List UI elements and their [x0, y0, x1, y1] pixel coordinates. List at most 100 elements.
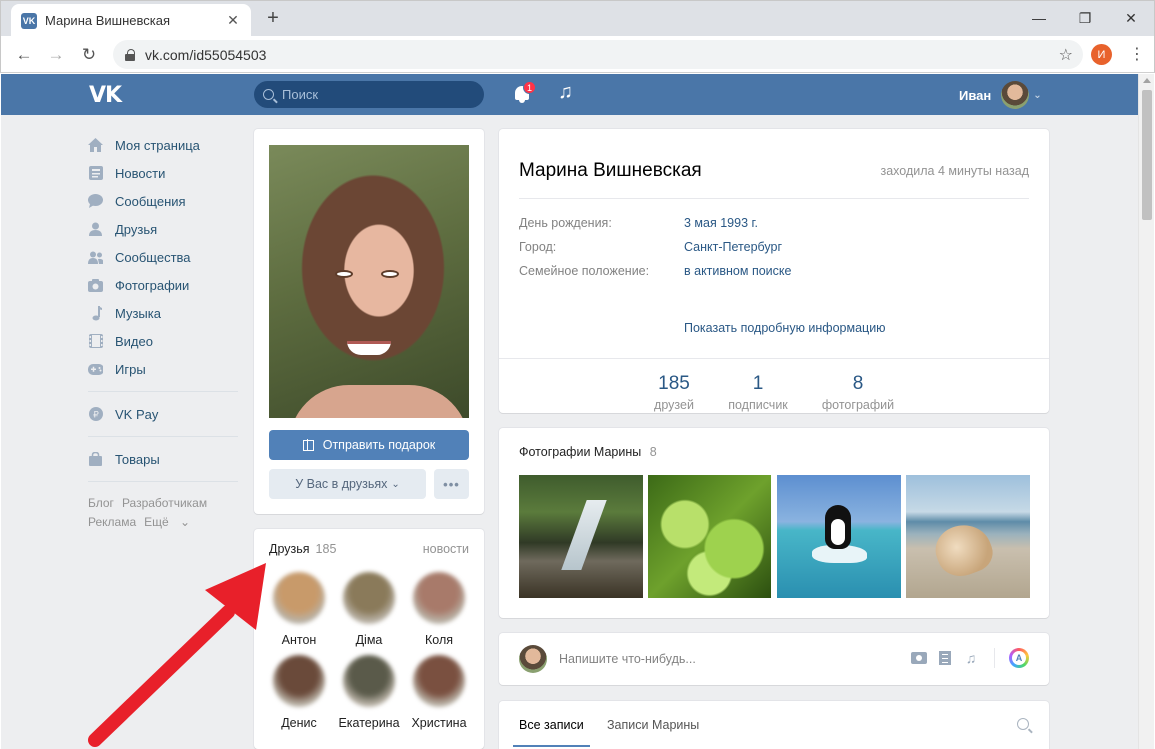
footer-link-ads[interactable]: Реклама	[88, 515, 136, 529]
sidebar-item-groups[interactable]: Сообщества	[88, 243, 238, 271]
bookmark-star-icon[interactable]: ☆	[1059, 45, 1073, 65]
friend-name: Екатерина	[338, 716, 400, 730]
search-icon[interactable]	[1017, 718, 1029, 730]
sidebar-item-games[interactable]: Игры	[88, 355, 238, 383]
send-gift-button[interactable]: Отправить подарок	[269, 430, 469, 460]
sidebar-item-messages[interactable]: Сообщения	[88, 187, 238, 215]
new-tab-button[interactable]: +	[263, 8, 283, 28]
sidebar-item-photos[interactable]: Фотографии	[88, 271, 238, 299]
friends-news-link[interactable]: новости	[423, 542, 469, 556]
friend-avatar	[273, 572, 325, 624]
counter-followers[interactable]: 1 подписчик	[708, 373, 808, 412]
post-input[interactable]: Напишите что-нибудь...	[559, 652, 696, 666]
friend-name: Денис	[281, 716, 317, 730]
friend-icon	[88, 222, 103, 237]
page-body: Моя страница Новости Сообщения Друзья Со…	[1, 115, 1138, 749]
forward-icon[interactable]: →	[45, 44, 67, 66]
friends-block: Друзья 185 новости Антон Діма Коля Денис Ека…	[254, 529, 484, 749]
sidebar-item-music[interactable]: Музыка	[88, 299, 238, 327]
notification-badge: 1	[523, 81, 536, 94]
friend-avatar	[273, 655, 325, 707]
photo-thumbnail-penguin[interactable]	[777, 475, 901, 598]
scroll-up-icon[interactable]	[1143, 78, 1151, 83]
friend-item[interactable]: Коля	[404, 572, 474, 647]
friend-name: Христина	[411, 716, 467, 730]
sidebar-item-friends[interactable]: Друзья	[88, 215, 238, 243]
photos-block: Фотографии Марины 8	[499, 428, 1049, 618]
back-icon[interactable]: ←	[13, 44, 35, 66]
close-window-icon[interactable]: ✕	[1108, 1, 1154, 35]
left-sidebar: Моя страница Новости Сообщения Друзья Со…	[88, 131, 238, 532]
browser-tab[interactable]: VK Марина Вишневская ✕	[11, 4, 251, 37]
profile-info-card: Марина Вишневская заходила 4 минуты наза…	[499, 129, 1049, 413]
sidebar-divider	[88, 391, 238, 392]
chevron-down-icon: ⌄	[391, 478, 400, 490]
reload-icon[interactable]: ↻	[78, 44, 100, 66]
photo-thumbnail-waterfall[interactable]	[519, 475, 643, 598]
messages-icon	[88, 194, 103, 209]
friend-item[interactable]: Христина	[404, 655, 474, 730]
home-icon	[88, 138, 103, 153]
friend-item[interactable]: Діма	[334, 572, 404, 647]
info-divider	[519, 198, 1029, 199]
show-details-link[interactable]: Показать подробную информацию	[684, 321, 886, 335]
info-row-city: Город: Санкт-Петербург	[519, 240, 783, 254]
search-icon	[263, 89, 274, 100]
footer-link-developers[interactable]: Разработчикам	[122, 496, 207, 510]
post-attach-icons: ♫ A	[902, 648, 1029, 668]
gamepad-icon	[88, 362, 103, 377]
friend-name: Діма	[355, 633, 383, 647]
counter-photos[interactable]: 8 фотографий	[808, 373, 908, 412]
info-row-birthday: День рождения: 3 мая 1993 г.	[519, 216, 758, 230]
camera-icon[interactable]	[910, 649, 928, 667]
friend-name: Антон	[281, 633, 317, 647]
window-controls: — ❐ ✕	[1016, 1, 1154, 35]
photo-thumbnail-shell[interactable]	[906, 475, 1030, 598]
friend-item[interactable]: Денис	[264, 655, 334, 730]
scrollbar-thumb[interactable]	[1142, 90, 1152, 220]
page-scrollbar[interactable]	[1138, 74, 1154, 749]
photos-header[interactable]: Фотографии Марины 8	[519, 445, 657, 459]
music-icon[interactable]: ♫	[962, 649, 980, 667]
video-icon	[88, 334, 103, 349]
footer-link-blog[interactable]: Блог	[88, 496, 114, 510]
groups-icon	[88, 250, 103, 265]
sidebar-item-my-page[interactable]: Моя страница	[88, 131, 238, 159]
sidebar-item-news[interactable]: Новости	[88, 159, 238, 187]
restore-icon[interactable]: ❐	[1062, 1, 1108, 35]
vk-header: VK Поиск 1 ♫ Иван ⌄	[1, 74, 1138, 115]
profile-avatar-card: Отправить подарок У Вас в друзьях ⌄ •••	[254, 129, 484, 514]
sidebar-item-goods[interactable]: Товары	[88, 445, 238, 473]
browser-profile-avatar[interactable]: И	[1091, 44, 1112, 65]
music-note-icon[interactable]: ♫	[558, 81, 573, 104]
info-divider	[499, 358, 1049, 359]
user-menu[interactable]: Иван ⌄	[959, 81, 1042, 109]
minimize-icon[interactable]: —	[1016, 1, 1062, 35]
friends-status-button[interactable]: У Вас в друзьях ⌄	[269, 469, 426, 499]
user-avatar	[519, 645, 547, 673]
search-input[interactable]: Поиск	[254, 81, 484, 108]
url-field[interactable]: vk.com/id55054503 ☆	[113, 40, 1083, 69]
video-icon[interactable]	[936, 649, 954, 667]
vk-logo[interactable]: VK	[89, 83, 122, 108]
friends-title[interactable]: Друзья	[269, 542, 310, 556]
browser-menu-icon[interactable]: ⋮	[1129, 44, 1145, 64]
chevron-down-icon: ⌄	[180, 515, 191, 529]
sidebar-item-video[interactable]: Видео	[88, 327, 238, 355]
close-tab-icon[interactable]: ✕	[225, 12, 241, 29]
svg-text:₽: ₽	[93, 411, 99, 421]
tab-own-posts[interactable]: Записи Марины	[607, 718, 699, 732]
photo-thumbnail-leaves[interactable]	[648, 475, 771, 598]
sidebar-item-vkpay[interactable]: ₽ VK Pay	[88, 400, 238, 428]
tab-all-posts[interactable]: Все записи	[513, 718, 590, 747]
more-actions-button[interactable]: •••	[434, 469, 469, 499]
vkpay-icon: ₽	[88, 407, 103, 422]
friend-item[interactable]: Антон	[264, 572, 334, 647]
friend-item[interactable]: Екатерина	[334, 655, 404, 730]
sidebar-footer: Блог Разработчикам Реклама Ещё ⌄	[88, 494, 238, 532]
profile-photo[interactable]	[269, 145, 469, 418]
vk-apps-icon[interactable]: A	[1009, 648, 1029, 668]
notifications-button[interactable]: 1	[511, 81, 536, 107]
footer-link-more[interactable]: Ещё ⌄	[144, 515, 198, 529]
address-bar: ← → ↻ vk.com/id55054503 ☆ И ⋮	[0, 36, 1155, 73]
